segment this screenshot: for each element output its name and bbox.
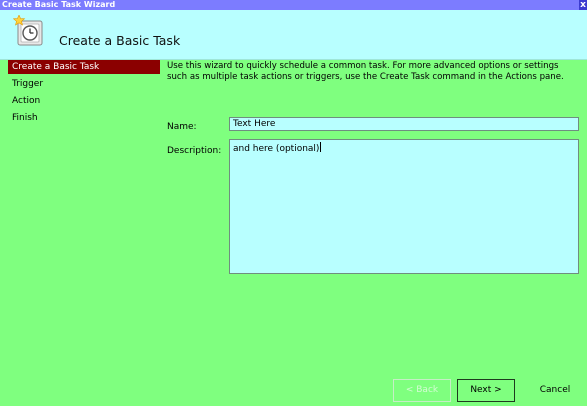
- wizard-panel: Use this wizard to quickly schedule a co…: [161, 60, 583, 406]
- intro-text: Use this wizard to quickly schedule a co…: [167, 61, 583, 83]
- wizard-steps: Create a Basic Task Trigger Action Finis…: [8, 60, 160, 128]
- description-label: Description:: [167, 146, 222, 156]
- title-bar: Create Basic Task Wizard x: [0, 0, 587, 10]
- next-button[interactable]: Next >: [457, 379, 515, 402]
- text-caret: [320, 142, 322, 152]
- page-title: Create a Basic Task: [59, 33, 181, 48]
- description-value: and here (optional): [233, 144, 320, 154]
- intro-line-2: such as multiple task actions or trigger…: [167, 72, 564, 82]
- step-finish[interactable]: Finish: [8, 111, 160, 125]
- window-title: Create Basic Task Wizard: [2, 0, 116, 9]
- description-input[interactable]: and here (optional): [229, 139, 579, 274]
- name-value: Text Here: [233, 119, 276, 129]
- wizard-header: Create a Basic Task: [0, 10, 587, 60]
- close-button[interactable]: x: [579, 0, 587, 10]
- cancel-button[interactable]: Cancel: [527, 379, 583, 402]
- clock-task-icon: [13, 15, 43, 46]
- step-trigger[interactable]: Trigger: [8, 77, 160, 91]
- step-create-basic-task[interactable]: Create a Basic Task: [8, 60, 160, 74]
- name-input[interactable]: Text Here: [229, 117, 579, 131]
- name-label: Name:: [167, 122, 197, 132]
- intro-line-1: Use this wizard to quickly schedule a co…: [167, 61, 559, 71]
- step-action[interactable]: Action: [8, 94, 160, 108]
- wizard-body: Create a Basic Task Trigger Action Finis…: [0, 60, 587, 406]
- back-button[interactable]: < Back: [393, 379, 451, 402]
